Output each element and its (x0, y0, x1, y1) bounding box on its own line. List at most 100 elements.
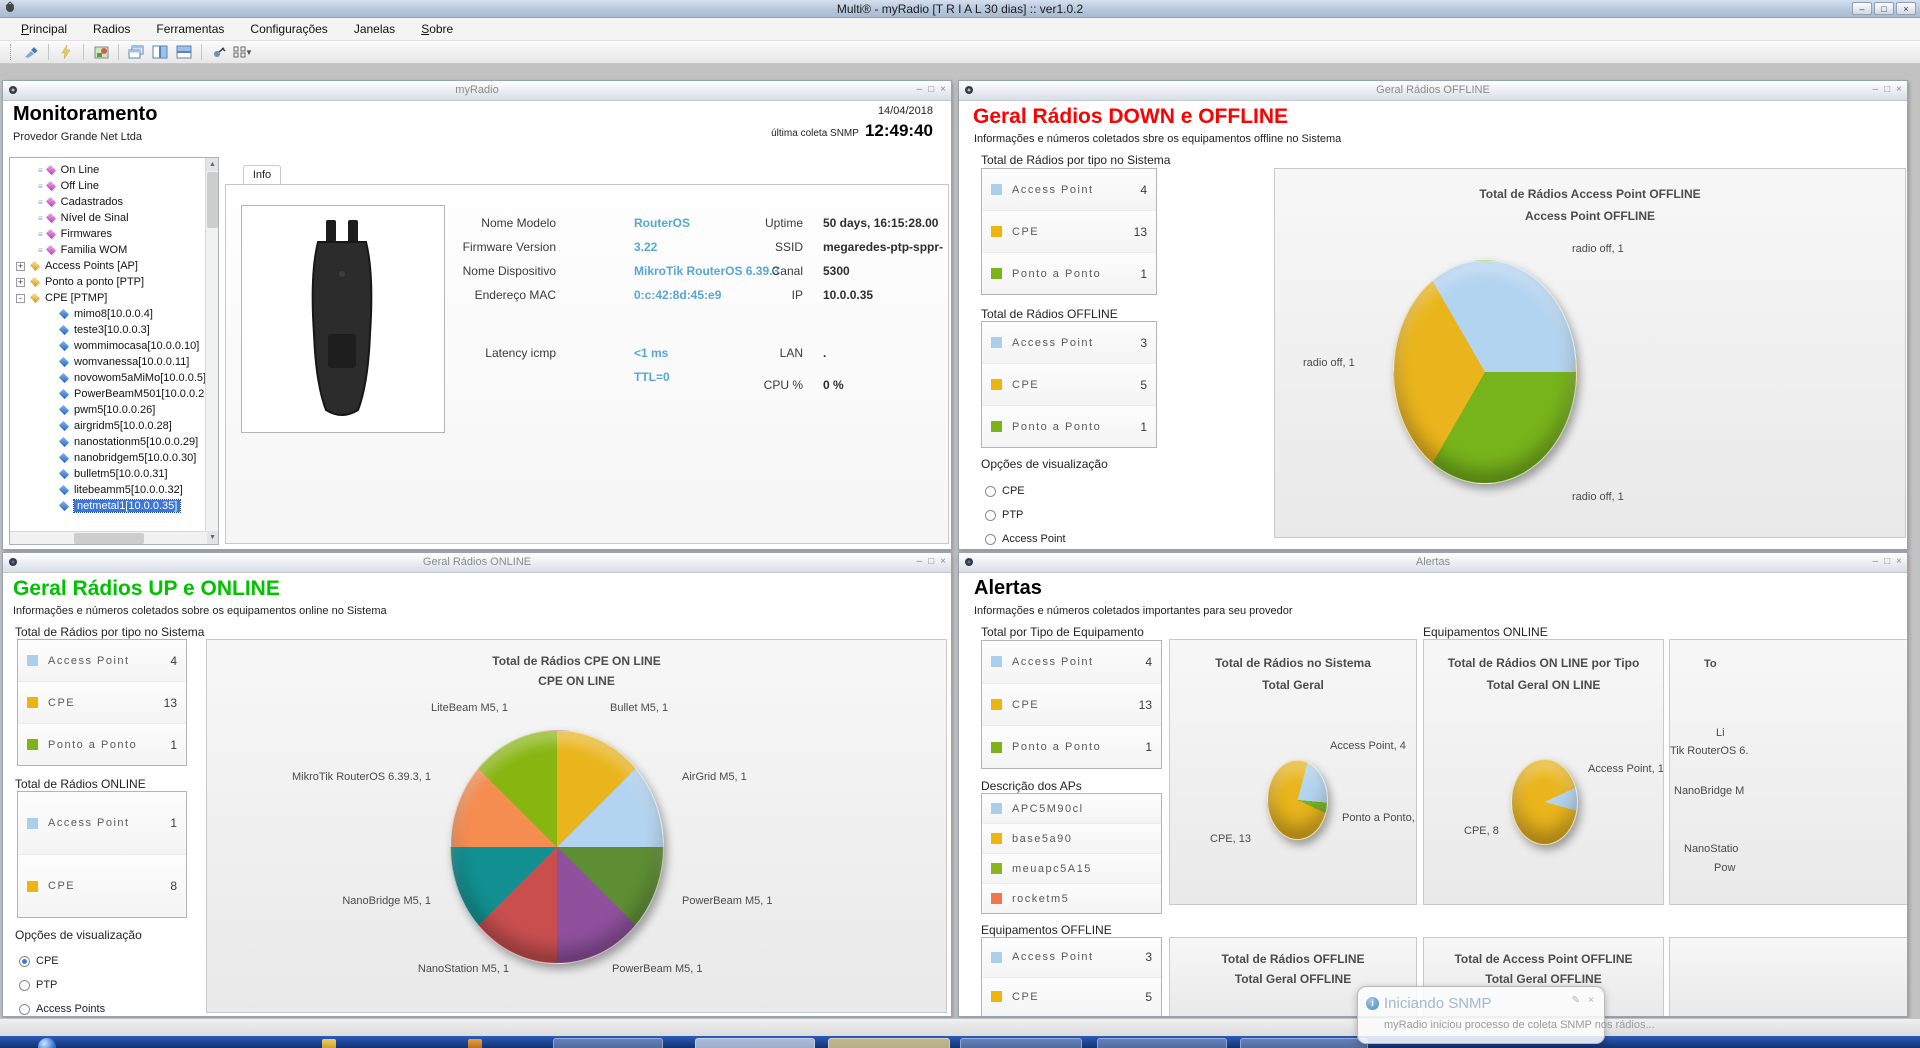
radio-icon[interactable] (19, 1004, 30, 1015)
taskbar-icon[interactable] (322, 1039, 336, 1048)
radio-icon[interactable] (985, 510, 996, 521)
menu-sobre[interactable]: Sobre (408, 19, 466, 39)
tree-item[interactable]: bulletm5[10.0.0.31] (58, 466, 168, 482)
radio-option-access-point[interactable]: Access Point (985, 533, 1066, 545)
device-icon (59, 389, 69, 399)
radio-option-ptp[interactable]: PTP (19, 979, 57, 991)
taskbar-window-button[interactable] (960, 1038, 1082, 1048)
pie-label: MikroTik RouterOS 6.39.3, 1 (292, 771, 431, 783)
close-button[interactable]: × (940, 556, 946, 568)
minimize-button[interactable]: – (917, 84, 923, 96)
minimize-button[interactable]: – (1873, 84, 1879, 96)
minimize-button[interactable]: – (1852, 2, 1872, 15)
tree-item[interactable]: netmetal1[10.0.0.35] (58, 498, 180, 514)
tree-item[interactable]: teste3[10.0.0.3] (58, 322, 150, 338)
window-titlebar[interactable]: Geral Rádios OFFLINE – □ × (959, 81, 1907, 101)
taskbar-window-button[interactable] (1097, 1038, 1227, 1048)
menu-principal[interactable]: Principal (8, 19, 80, 39)
app-icon (4, 0, 16, 18)
close-button[interactable]: × (1896, 2, 1916, 15)
tree-item[interactable]: womvanessa[10.0.0.11] (58, 354, 189, 370)
tree-item[interactable]: ≡Cadastrados (38, 194, 123, 210)
tree-item[interactable]: ≡Off Line (38, 178, 99, 194)
restore-button[interactable]: □ (928, 84, 934, 96)
radio-icon[interactable] (985, 486, 996, 497)
radio-option-cpe[interactable]: CPE (985, 485, 1025, 497)
radio-option-ptp[interactable]: PTP (985, 509, 1023, 521)
restore-button[interactable]: □ (1884, 556, 1890, 568)
menu-janelas[interactable]: Janelas (341, 19, 408, 39)
map-icon[interactable] (91, 43, 111, 61)
page-subtitle: Informações e números coletados importan… (974, 605, 1293, 617)
tile-vertical-icon[interactable] (150, 43, 170, 61)
cascade-windows-icon[interactable] (126, 43, 146, 61)
popup-tool-icon[interactable]: ✎ (1572, 995, 1580, 1006)
list-item-value: 1 (1145, 740, 1152, 754)
tree-item[interactable]: ≡Nível de Sinal (38, 210, 129, 226)
radio-icon[interactable] (985, 534, 996, 545)
radio-icon[interactable] (19, 956, 30, 967)
tree-item[interactable]: ≡Firmwares (38, 226, 112, 242)
expand-icon[interactable]: + (16, 278, 25, 287)
window-titlebar[interactable]: Alertas – □ × (959, 553, 1907, 573)
minimize-button[interactable]: – (1873, 556, 1879, 568)
tree-item[interactable]: ≡Familia WOM (38, 242, 127, 258)
radio-icon[interactable] (19, 980, 30, 991)
app-titlebar[interactable]: Multi® - myRadio [T R I A L 30 dias] :: … (0, 0, 1920, 18)
tree-item[interactable]: mimo8[10.0.0.4] (58, 306, 153, 322)
lightning-icon[interactable] (56, 43, 76, 61)
window-titlebar[interactable]: myRadio – □ × (3, 81, 951, 101)
tree-item[interactable]: pwm5[10.0.0.26] (58, 402, 155, 418)
tile-horizontal-icon[interactable] (174, 43, 194, 61)
tree-item[interactable]: nanostationm5[10.0.0.29] (58, 434, 198, 450)
snmp-notification-popup[interactable]: i Iniciando SNMP ✎ × myRadio iniciou pro… (1357, 986, 1605, 1044)
expand-icon[interactable]: + (16, 262, 25, 271)
radio-option-access-points[interactable]: Access Points (19, 1003, 105, 1015)
taskbar-icon[interactable] (468, 1039, 482, 1048)
taskbar[interactable] (0, 1036, 1920, 1048)
tree-item[interactable]: PowerBeamM501[10.0.0.25] (58, 386, 213, 402)
tree-horizontal-scrollbar[interactable] (10, 531, 207, 544)
legend-swatch (991, 379, 1002, 390)
taskbar-window-button[interactable] (553, 1038, 663, 1048)
expand-icon[interactable]: - (16, 294, 25, 303)
tree-item[interactable]: wommimocasa[10.0.0.10] (58, 338, 199, 354)
close-button[interactable]: × (1896, 556, 1902, 568)
menu-ferramentas[interactable]: Ferramentas (143, 19, 237, 39)
tree-item[interactable]: +Access Points [AP] (16, 258, 138, 274)
menu-configuracoes[interactable]: Configurações (237, 19, 340, 39)
tree-item[interactable]: ≡On Line (38, 162, 99, 178)
tree-item[interactable]: -CPE [PTMP] (16, 290, 107, 306)
plugin-icon[interactable] (209, 43, 229, 61)
taskbar-window-button[interactable] (828, 1038, 950, 1048)
restore-button[interactable]: □ (1874, 2, 1894, 15)
restore-button[interactable]: □ (1884, 84, 1890, 96)
list-item: meuapc5A15 (982, 854, 1161, 884)
tree-item[interactable]: novowom5aMiMo[10.0.0.5] (58, 370, 206, 386)
tree-item[interactable]: nanobridgem5[10.0.0.30] (58, 450, 196, 466)
restore-button[interactable]: □ (928, 556, 934, 568)
list-item: Access Point3 (982, 322, 1156, 364)
brush-icon[interactable] (21, 43, 41, 61)
menu-radios[interactable]: Radios (80, 19, 143, 39)
tree-item[interactable]: airgridm5[10.0.0.28] (58, 418, 172, 434)
tree-item[interactable]: +Ponto a ponto [PTP] (16, 274, 144, 290)
tab-info[interactable]: Info (243, 165, 281, 184)
popup-close-icon[interactable]: × (1588, 995, 1594, 1006)
tree-vertical-scrollbar[interactable]: ▲ ▼ (205, 158, 218, 544)
grid-dropdown-icon[interactable]: ▼ (233, 43, 253, 61)
radio-option-cpe[interactable]: CPE (19, 955, 59, 967)
taskbar-window-button[interactable] (695, 1038, 815, 1048)
tree-item-label: airgridm5[10.0.0.28] (74, 420, 172, 432)
tree-item[interactable]: litebeamm5[10.0.0.32] (58, 482, 183, 498)
close-button[interactable]: × (1896, 84, 1902, 96)
pie-label: radio off, 1 (1572, 243, 1624, 255)
window-myradio: myRadio – □ × Monitoramento Provedor Gra… (2, 80, 952, 550)
minimize-button[interactable]: – (917, 556, 923, 568)
window-titlebar[interactable]: Geral Rádios ONLINE – □ × (3, 553, 951, 573)
list-item: Access Point4 (982, 641, 1161, 684)
taskbar-window-button[interactable] (1240, 1038, 1368, 1048)
list-item: Ponto a Ponto1 (18, 724, 186, 765)
close-button[interactable]: × (940, 84, 946, 96)
start-button[interactable] (38, 1038, 56, 1048)
